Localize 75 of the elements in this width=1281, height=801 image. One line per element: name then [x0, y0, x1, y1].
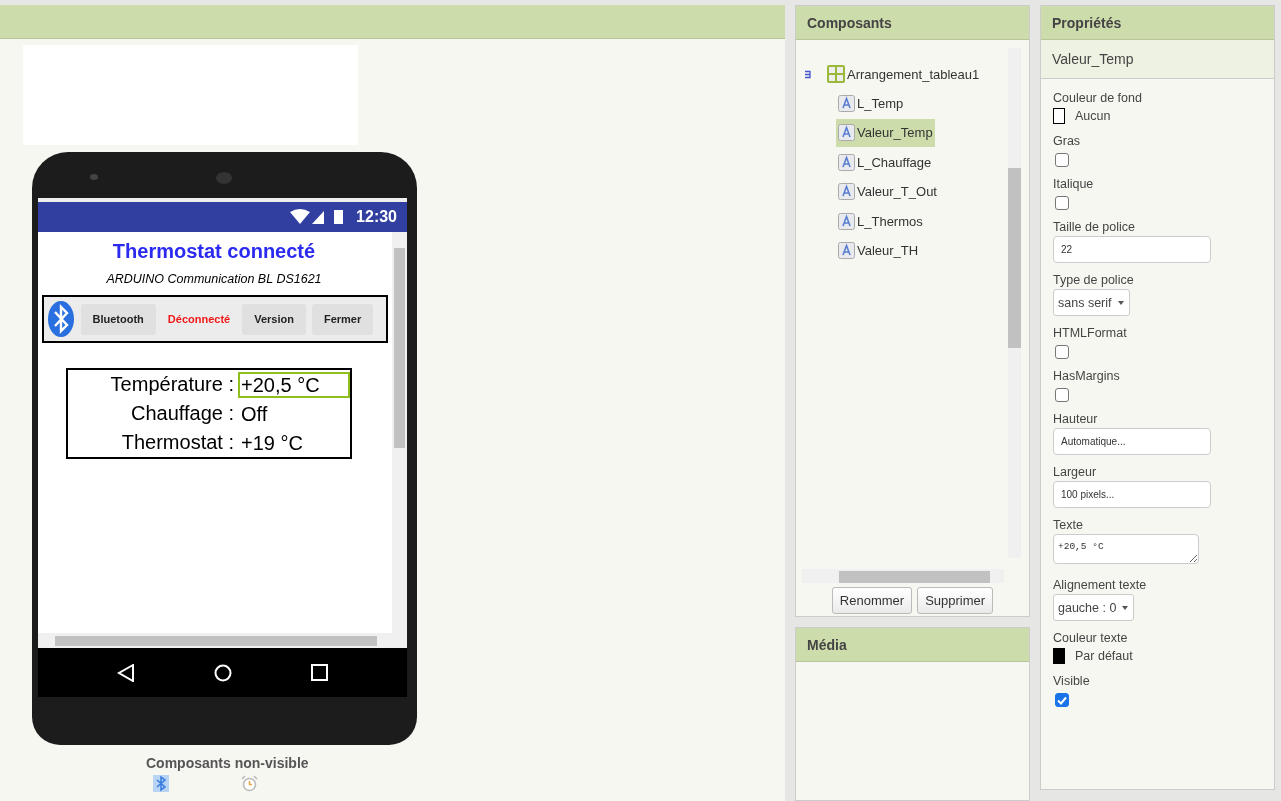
selected-component-name: Valeur_Temp	[1041, 40, 1274, 79]
value-label: Thermostat :	[120, 430, 235, 455]
panel-button[interactable]: Renommer	[831, 587, 913, 614]
recents-icon[interactable]	[310, 664, 328, 681]
input-field[interactable]: Automatique...	[1053, 428, 1211, 455]
panel-title: Média	[807, 636, 847, 653]
checkbox[interactable]	[1055, 196, 1069, 210]
color-swatch[interactable]	[1053, 648, 1065, 664]
vertical-scrollbar[interactable]	[1008, 48, 1021, 558]
property-label: HTMLFormat	[1053, 325, 1128, 341]
bluetooth-icon	[46, 300, 75, 338]
vertical-scrollbar[interactable]	[392, 232, 407, 633]
tree-item[interactable]: L_Chauffage	[836, 148, 934, 177]
property-label: Type de police	[1053, 272, 1135, 288]
connection-status: Déconnecté	[166, 313, 232, 325]
input-field[interactable]: 100 pixels...	[1053, 481, 1211, 508]
value-text: Off	[240, 402, 269, 427]
panel-title: Propriétés	[1052, 14, 1122, 31]
label-icon	[838, 183, 855, 201]
property-label: Taille de police	[1053, 219, 1136, 235]
color-value[interactable]: Par défaut	[1075, 649, 1133, 663]
tree-item[interactable]: L_Thermos	[836, 207, 925, 236]
property-label: Gras	[1053, 133, 1082, 149]
horizontal-scrollbar[interactable]	[802, 569, 1004, 583]
checkbox[interactable]	[1055, 153, 1069, 167]
value-label: Chauffage :	[129, 401, 235, 426]
property-label: Alignement texte	[1053, 577, 1148, 593]
caret-icon	[1122, 605, 1129, 610]
app-title: Thermostat connecté	[112, 240, 316, 263]
label-icon	[838, 153, 855, 171]
bluetooth-icon[interactable]	[153, 775, 169, 792]
label-icon	[838, 124, 855, 142]
color-swatch[interactable]	[1053, 108, 1065, 124]
value-text: +20,5 °C	[238, 372, 350, 398]
tree-item[interactable]: Arrangement_tableau1	[825, 60, 982, 88]
status-time: 12:30	[356, 208, 397, 226]
text-area[interactable]: +20,5 °C	[1053, 534, 1199, 564]
property-label: Texte	[1053, 517, 1084, 533]
input-field[interactable]: 22	[1053, 236, 1211, 263]
checkbox[interactable]	[1055, 388, 1069, 402]
non-visible-title: Composants non-visible	[146, 755, 310, 771]
back-icon[interactable]	[117, 663, 136, 682]
value-text: +19 °C	[240, 431, 304, 456]
property-label: HasMargins	[1053, 368, 1121, 384]
home-icon[interactable]	[214, 663, 232, 682]
panel-title: Composants	[807, 14, 892, 31]
tree-item[interactable]: Valeur_TH	[836, 236, 921, 265]
app-button[interactable]: Fermer	[311, 303, 374, 335]
table-arrangement-icon	[827, 65, 845, 83]
label-icon	[838, 94, 855, 112]
horizontal-scrollbar[interactable]	[38, 633, 407, 648]
property-label: Couleur de fond	[1053, 90, 1143, 106]
property-label: Largeur	[1053, 464, 1098, 480]
tree-item[interactable]: Valeur_T_Out	[836, 177, 939, 206]
tree-item[interactable]: L_Temp	[836, 89, 906, 118]
label-icon	[838, 242, 855, 260]
property-label: Couleur texte	[1053, 630, 1129, 646]
panel-button[interactable]: Supprimer	[917, 587, 994, 614]
checkbox[interactable]	[1055, 345, 1069, 359]
tree-item[interactable]: Valeur_Temp	[836, 118, 935, 147]
app-button[interactable]: Bluetooth	[80, 303, 156, 335]
property-label: Hauteur	[1053, 411, 1099, 427]
app-subtitle: ARDUINO Communication BL DS1621	[106, 272, 322, 286]
dropdown[interactable]: sans serif	[1053, 289, 1130, 316]
color-value[interactable]: Aucun	[1075, 109, 1111, 123]
value-label: Température :	[109, 372, 235, 397]
property-label: Visible	[1053, 673, 1091, 689]
collapse-icon[interactable]	[804, 69, 812, 79]
property-label: Italique	[1053, 176, 1095, 192]
dropdown[interactable]: gauche : 0	[1053, 594, 1135, 621]
checkbox[interactable]	[1055, 693, 1069, 707]
label-icon	[838, 212, 855, 230]
caret-icon	[1117, 300, 1124, 305]
app-button[interactable]: Version	[242, 303, 306, 335]
camera-icon	[90, 174, 98, 180]
